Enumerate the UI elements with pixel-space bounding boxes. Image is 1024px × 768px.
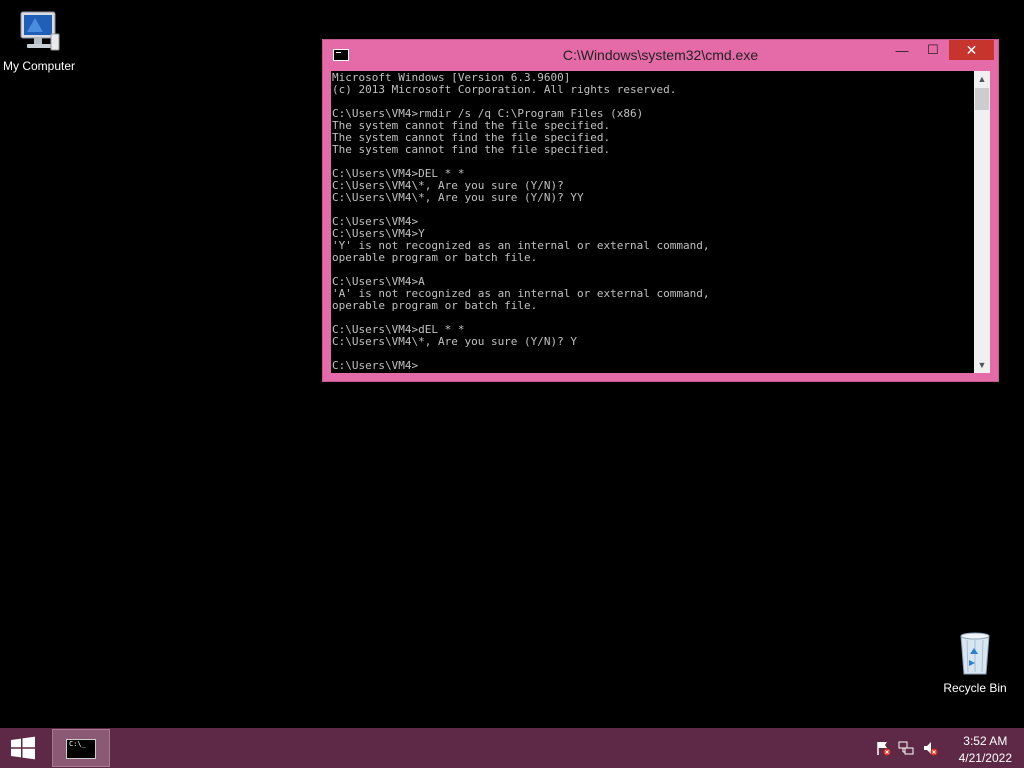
taskbar: C:\_ [0,728,1024,768]
console-line: C:\Users\VM4\*, Are you sure (Y/N)? Y [332,335,578,348]
console-line: The system cannot find the file specifie… [332,143,611,156]
volume-muted-icon[interactable] [922,740,938,756]
windows-logo-icon [11,736,35,760]
console-line: (c) 2013 Microsoft Corporation. All righ… [332,83,677,96]
console-line: operable program or batch file. [332,299,538,312]
console-line: C:\Users\VM4> [332,359,419,372]
start-button[interactable] [8,736,38,760]
recycle-bin-desktop-icon[interactable]: Recycle Bin [933,630,1017,695]
action-center-flag-icon[interactable] [875,740,891,756]
console-text: Microsoft Windows [Version 6.3.9600] (c)… [331,71,974,372]
maximize-button[interactable]: ☐ [920,40,946,60]
minimize-button[interactable]: — [889,40,915,60]
taskbar-cmd-button[interactable]: C:\_ [52,729,110,767]
cmd-window[interactable]: C:\Windows\system32\cmd.exe — ☐ ✕ Micros… [322,39,999,382]
my-computer-label: My Computer [2,59,76,73]
my-computer-desktop-icon[interactable]: My Computer [0,8,78,73]
console-output-area[interactable]: Microsoft Windows [Version 6.3.9600] (c)… [331,71,974,373]
close-button[interactable]: ✕ [949,40,994,60]
cmd-taskbar-icon: C:\_ [66,739,96,759]
console-line: C:\Users\VM4\*, Are you sure (Y/N)? YY [332,191,584,204]
console-line: operable program or batch file. [332,251,538,264]
recycle-bin-icon [960,632,990,675]
title-bar[interactable]: C:\Windows\system32\cmd.exe — ☐ ✕ [323,40,998,71]
clock-time: 3:52 AM [963,734,1008,748]
clock-date: 4/21/2022 [958,751,1012,765]
recycle-bin-label: Recycle Bin [943,681,1007,695]
system-clock[interactable]: 3:52 AM 4/21/2022 [959,733,1012,767]
scroll-down-arrow-icon[interactable]: ▼ [974,357,990,373]
vertical-scrollbar[interactable]: ▲ ▼ [974,71,990,373]
scroll-thumb[interactable] [975,88,989,110]
computer-icon [20,11,60,51]
scroll-up-arrow-icon[interactable]: ▲ [974,71,990,87]
network-icon[interactable] [898,740,914,756]
